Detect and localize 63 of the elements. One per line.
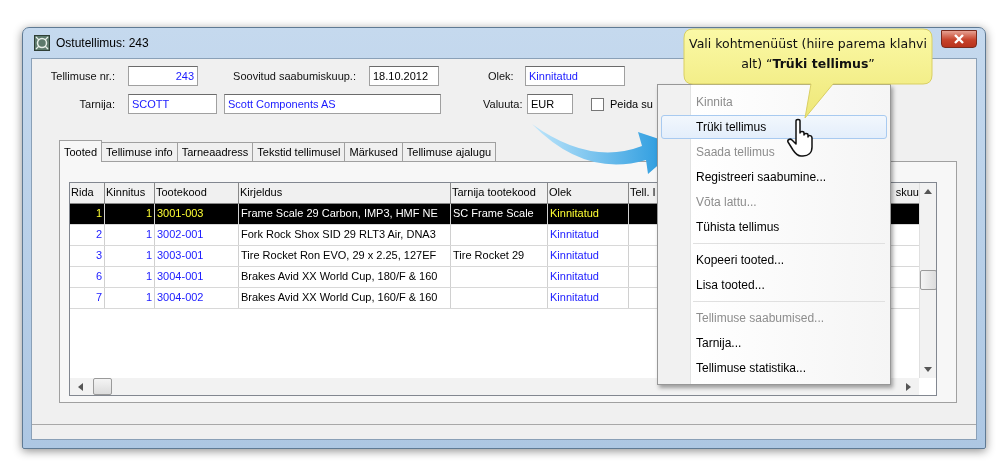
table-cell: 3 [95, 249, 102, 261]
table-cell: 1 [145, 291, 152, 303]
table-cell: 3004-001 [157, 270, 204, 282]
column-header[interactable]: Rida [70, 183, 105, 203]
text-field[interactable]: 18.10.2012 [369, 66, 439, 86]
ornament-icon [34, 35, 50, 51]
table-cell: Kinnitatud [550, 249, 599, 261]
menu-item[interactable]: Trüki tellimus [661, 115, 887, 139]
table-cell: Tire Rocket 29 [453, 249, 525, 261]
scroll-thumb[interactable] [919, 270, 936, 290]
column-header[interactable]: Kinnitus [105, 183, 155, 203]
table-cell: Tire Rocket Ron EVO, 29 x 2.25, 127EF [241, 249, 437, 261]
field-label: Olek: [488, 70, 515, 82]
field-label: Valuuta: [483, 98, 524, 110]
tab[interactable]: Tellimuse ajalugu [401, 142, 497, 161]
text-field[interactable]: Kinnitatud [525, 66, 625, 86]
table-cell: 3004-002 [157, 291, 204, 303]
table-cell: 1 [145, 249, 152, 261]
field-label: Tarnija: [78, 98, 116, 110]
table-cell: 6 [95, 270, 102, 282]
text-field[interactable]: SCOTT [128, 94, 217, 114]
table-cell: Kinnitatud [550, 270, 599, 282]
field-label: Tellimuse nr.: [49, 70, 116, 82]
close-button[interactable] [941, 30, 977, 48]
table-cell: 1 [145, 207, 152, 219]
checkbox[interactable] [591, 97, 604, 111]
table-cell: Fork Rock Shox SID 29 RLT3 Air, DNA3 [241, 228, 436, 240]
table-cell: SC Frame Scale [453, 207, 534, 219]
table-cell: 3002-001 [157, 228, 204, 240]
table-cell: Brakes Avid XX World Cup, 160/F & 160 [241, 291, 438, 303]
vertical-scrollbar[interactable] [919, 183, 936, 378]
column-header[interactable]: Tootekood [155, 183, 239, 203]
right-arrow-icon[interactable] [906, 382, 911, 391]
tooltip-text: Vali kohtmenüüst (hiire parema klahvi alt) “Trüki tellimus” [688, 35, 928, 73]
text-field[interactable]: Scott Components AS [224, 94, 441, 114]
down-arrow-icon[interactable] [924, 367, 932, 372]
table-cell: 7 [95, 291, 102, 303]
column-header[interactable]: Olek [548, 183, 629, 203]
up-arrow-icon[interactable] [924, 189, 932, 194]
table-cell: Brakes Avid XX World Cup, 180/F & 160 [241, 270, 438, 282]
tab[interactable]: Tooted [59, 140, 103, 162]
scroll-thumb[interactable] [93, 378, 112, 395]
menu-item[interactable]: Tarnija... [661, 331, 887, 355]
table-cell: 2 [95, 228, 102, 240]
table-cell: 3001-003 [157, 207, 204, 219]
field-label: Soovitud saabumiskuup.: [232, 70, 357, 82]
text-field[interactable]: 243 [128, 66, 198, 86]
table-cell: 1 [145, 228, 152, 240]
checkbox-label: Peida su [610, 98, 653, 110]
text-field[interactable]: EUR [527, 94, 573, 114]
table-cell: 3003-001 [157, 249, 204, 261]
table-cell: Kinnitatud [550, 228, 599, 240]
table-cell: 1 [145, 270, 152, 282]
table-cell: Kinnitatud [550, 207, 599, 219]
column-header[interactable]: Kirjeldus [239, 183, 451, 203]
close-icon [953, 34, 965, 44]
table-cell: Frame Scale 29 Carbon, IMP3, HMF NE [241, 207, 438, 219]
left-arrow-icon[interactable] [78, 382, 83, 391]
table-cell: Kinnitatud [550, 291, 599, 303]
table-cell: 1 [95, 207, 102, 219]
column-header[interactable]: Tarnija tootekood [451, 183, 548, 203]
window-title: Ostutellimus: 243 [56, 36, 149, 50]
menu-item[interactable]: Tellimuse statistika... [661, 356, 887, 380]
